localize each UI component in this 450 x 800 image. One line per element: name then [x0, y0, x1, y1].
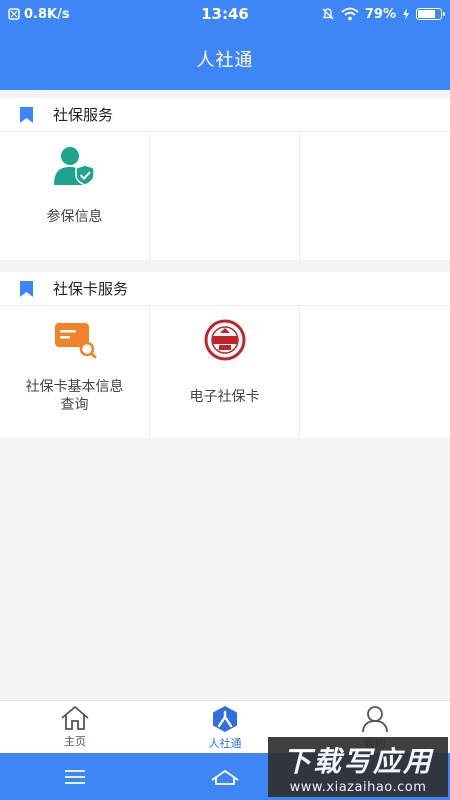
section-header: 社保服务 [0, 98, 450, 132]
tab-label: 主页 [64, 735, 86, 748]
wifi-icon [341, 7, 359, 21]
card-search-icon [54, 323, 96, 359]
charging-icon [403, 8, 409, 20]
user-icon [362, 706, 388, 733]
menu-icon [65, 769, 85, 784]
e-social-card-button[interactable]: 电子社保卡 [150, 306, 300, 438]
section-header: 社保卡服务 [0, 272, 450, 306]
social-security-seal-icon [204, 319, 245, 361]
nav-home-icon [211, 769, 239, 785]
insured-info-label: 参保信息 [46, 209, 103, 225]
e-social-card-label: 电子社保卡 [189, 389, 260, 405]
watermark: 下载写应用 www.xiazaihao.com [268, 737, 448, 797]
renshetong-icon [213, 706, 237, 732]
bookmark-icon [20, 106, 33, 123]
tab-home[interactable]: 主页 [0, 701, 150, 753]
social-card-section: 社保卡服务 社保卡基本信息查询 电子社保卡 [0, 272, 450, 438]
social-insurance-section: 社保服务 参保信息 [0, 98, 450, 260]
insured-user-icon [53, 147, 95, 186]
card-info-query-label: 社保卡基本信息查询 [25, 379, 124, 413]
card-info-query-button[interactable]: 社保卡基本信息查询 [0, 306, 150, 438]
tab-label: 人社通 [208, 737, 242, 750]
network-speed: 0.8K/s [24, 6, 70, 22]
empty-cell [150, 132, 300, 260]
clock: 13:46 [201, 5, 249, 23]
status-bar: 0.8K/s 13:46 79% [0, 0, 450, 28]
battery-percent: 79% [364, 6, 396, 22]
empty-cell [300, 306, 450, 438]
battery-icon [416, 8, 445, 20]
empty-cell [300, 132, 450, 260]
watermark-url: www.xiazaihao.com [289, 779, 427, 795]
section-title: 社保服务 [53, 106, 114, 124]
top-bar: 0.8K/s 13:46 79% 人社通 [0, 0, 450, 90]
bookmark-icon [20, 280, 33, 297]
page-title: 人社通 [196, 50, 254, 71]
home-icon [61, 705, 89, 730]
insured-info-button[interactable]: 参保信息 [0, 132, 150, 260]
silent-bell-icon [322, 8, 334, 20]
notification-icon [8, 8, 20, 20]
watermark-title: 下载写应用 [282, 744, 433, 778]
menu-button[interactable] [0, 769, 150, 785]
section-title: 社保卡服务 [53, 280, 129, 298]
